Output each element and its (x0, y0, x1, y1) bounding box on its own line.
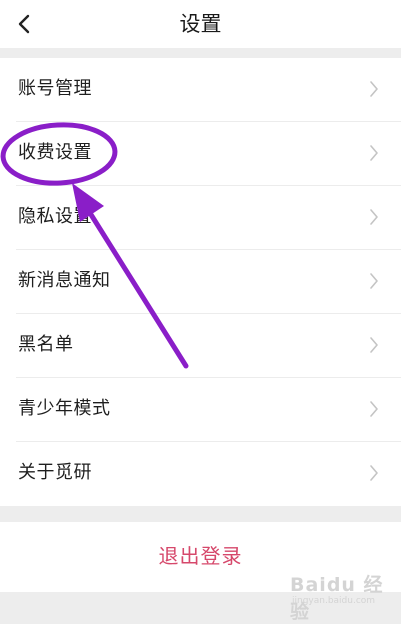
baidu-watermark: Baidu 经验 jingyan.baidu.com (290, 568, 390, 623)
chevron-right-icon (370, 465, 378, 481)
menu-item-notifications[interactable]: 新消息通知 (16, 250, 401, 314)
logout-button[interactable]: 退出登录 (0, 542, 401, 570)
menu-item-account[interactable]: 账号管理 (16, 58, 401, 122)
chevron-right-icon (370, 401, 378, 417)
menu-item-label: 关于觅研 (18, 462, 92, 483)
menu-item-label: 账号管理 (18, 78, 92, 99)
chevron-right-icon (370, 273, 378, 289)
watermark-sub: jingyan.baidu.com (292, 596, 376, 606)
menu-item-blacklist[interactable]: 黑名单 (16, 314, 401, 378)
menu-item-label: 青少年模式 (18, 398, 111, 419)
top-bar: 设置 (0, 0, 401, 48)
settings-menu: 账号管理 收费设置 隐私设置 新消息通知 黑名单 青少年模式 关于觅研 (0, 58, 401, 506)
menu-item-label: 收费设置 (18, 142, 92, 163)
menu-item-fee[interactable]: 收费设置 (16, 122, 401, 186)
menu-item-teen-mode[interactable]: 青少年模式 (16, 378, 401, 442)
chevron-right-icon (370, 337, 378, 353)
menu-item-label: 黑名单 (18, 334, 74, 355)
chevron-right-icon (370, 145, 378, 161)
menu-item-label: 新消息通知 (18, 270, 111, 291)
menu-item-about[interactable]: 关于觅研 (16, 442, 401, 506)
page-title: 设置 (179, 12, 222, 36)
menu-item-privacy[interactable]: 隐私设置 (16, 186, 401, 250)
chevron-right-icon (370, 81, 378, 97)
chevron-right-icon (370, 209, 378, 225)
menu-item-label: 隐私设置 (18, 206, 92, 227)
